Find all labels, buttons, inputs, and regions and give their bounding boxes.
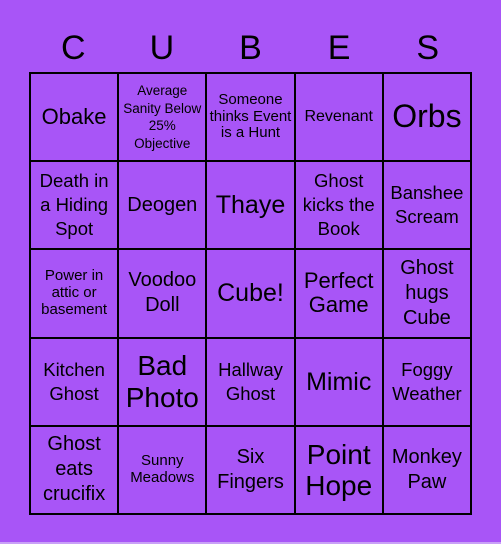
header-letter-b: B [239, 29, 262, 67]
bingo-cell[interactable]: Hallway Ghost [206, 337, 295, 426]
bingo-cell[interactable]: Monkey Paw [382, 425, 471, 514]
bingo-header: C U B E S [29, 28, 472, 68]
bingo-cell[interactable]: Six Fingers [206, 425, 295, 514]
bingo-cell[interactable]: Deogen [118, 161, 207, 250]
bingo-cell[interactable]: Ghost kicks the Book [294, 161, 383, 250]
header-letter-u: U [149, 29, 175, 67]
header-letter-e: E [327, 29, 351, 67]
header-letter-s: S [416, 29, 440, 67]
bingo-cell[interactable]: Foggy Weather [382, 337, 471, 426]
bingo-cell[interactable]: Power in attic or basement [30, 249, 119, 338]
bingo-cell[interactable]: Someone thinks Event is a Hunt [206, 73, 295, 162]
bingo-cell[interactable]: Sunny Meadows [118, 425, 207, 514]
bingo-cell[interactable]: Banshee Scream [382, 161, 471, 250]
bingo-cell[interactable]: Obake [30, 73, 119, 162]
bingo-cell[interactable]: Revenant [294, 73, 383, 162]
bingo-cell[interactable]: Cube! [206, 249, 295, 338]
bingo-cell[interactable]: Ghost hugs Cube [382, 249, 471, 338]
bingo-cell[interactable]: Death in a Hiding Spot [30, 161, 119, 250]
bingo-cell[interactable]: Point Hope [294, 425, 383, 514]
header-letter-c: C [61, 29, 86, 67]
bingo-cell[interactable]: Kitchen Ghost [30, 337, 119, 426]
bingo-cell[interactable]: Average Sanity Below 25% Objective [118, 73, 207, 162]
bingo-cell[interactable]: Voodoo Doll [118, 249, 207, 338]
bingo-cell[interactable]: Perfect Game [294, 249, 383, 338]
bingo-cell[interactable]: Ghost eats crucifix [30, 425, 119, 514]
bingo-cell[interactable]: Bad Photo [118, 337, 207, 426]
bingo-cell[interactable]: Thaye [206, 161, 295, 250]
bingo-cell[interactable]: Orbs [382, 73, 471, 162]
bingo-cell[interactable]: Mimic [294, 337, 383, 426]
bingo-grid: Obake Average Sanity Below 25% Objective… [29, 72, 472, 515]
